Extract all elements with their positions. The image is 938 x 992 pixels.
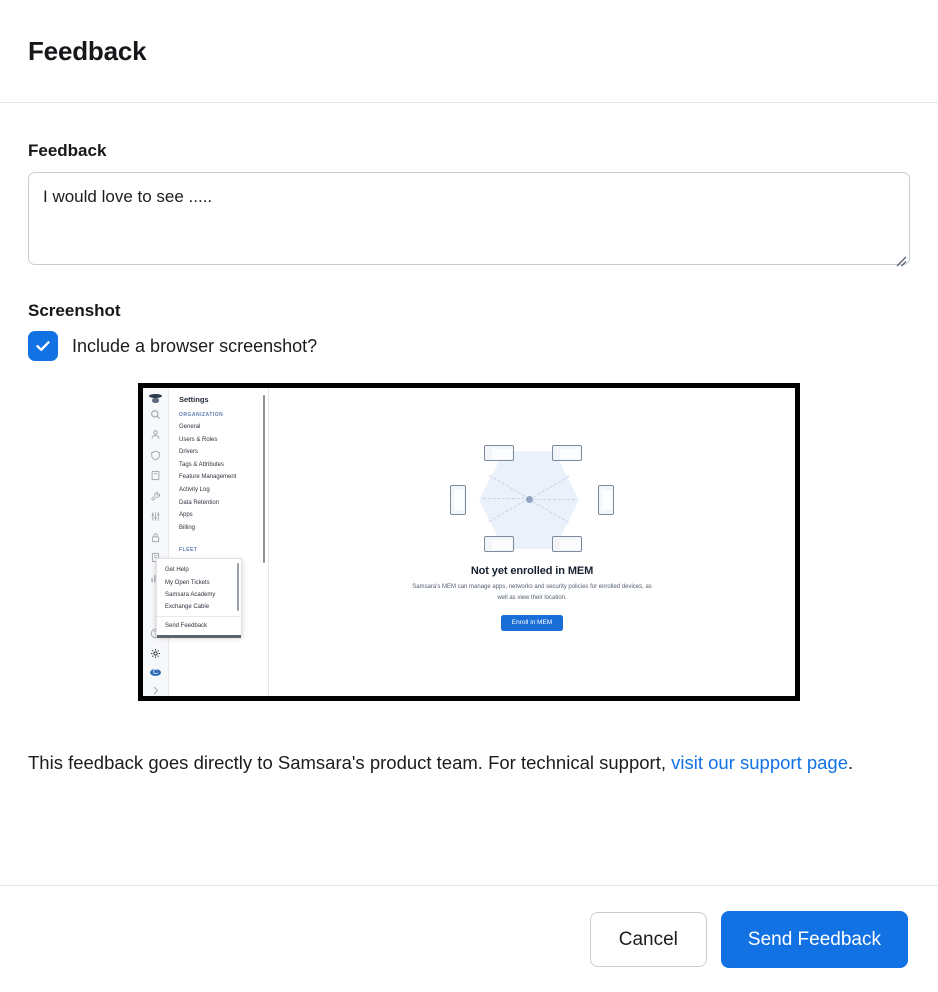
chevron-right-icon	[150, 685, 161, 696]
modal-body: Feedback Screenshot Include a browser sc…	[0, 103, 938, 885]
include-screenshot-row[interactable]: Include a browser screenshot?	[28, 331, 910, 361]
wrench-icon	[150, 491, 161, 502]
preview-help-menu-item-send-feedback[interactable]: Send Feedback	[157, 620, 241, 632]
preview-empty-state: Not yet enrolled in MEM Samsara's MEM ca…	[382, 445, 682, 631]
mem-empty-title: Not yet enrolled in MEM	[470, 565, 594, 578]
search-icon	[150, 409, 161, 420]
user-avatar: C	[150, 668, 161, 676]
mem-device-card	[552, 536, 582, 553]
gear-icon	[150, 648, 161, 659]
feedback-field-label: Feedback	[28, 141, 107, 160]
feedback-modal: Feedback Feedback Screenshot Include a b…	[0, 0, 938, 992]
send-feedback-button[interactable]: Send Feedback	[720, 910, 908, 968]
preview-help-menu-item-samsara-academy[interactable]: Samsara Academy	[157, 589, 241, 601]
preview-help-menu-item-my-open-tickets[interactable]: My Open Tickets	[157, 576, 241, 588]
preview-help-menu-scrollbar[interactable]	[237, 563, 239, 611]
cancel-button[interactable]: Cancel	[589, 911, 707, 967]
lock-icon	[150, 532, 161, 543]
mem-empty-description: Samsara's MEM can manage apps, networks …	[412, 584, 652, 601]
preview-help-menu[interactable]: Get Help My Open Tickets Samsara Academy…	[156, 558, 242, 638]
preview-icon-rail: C	[143, 388, 169, 696]
screenshot-preview[interactable]: C Settings ORGANIZATION General Users & …	[138, 383, 800, 701]
preview-help-menu-item-exchange-cable[interactable]: Exchange Cable	[157, 601, 241, 613]
mem-device-card	[552, 445, 582, 462]
feedback-input[interactable]	[28, 172, 910, 265]
preview-nav-item-apps[interactable]: Apps	[179, 512, 268, 518]
preview-nav-scrollbar[interactable]	[262, 395, 265, 563]
preview-main-panel: Not yet enrolled in MEM Samsara's MEM ca…	[269, 388, 795, 696]
preview-nav-title: Settings	[179, 395, 209, 404]
mem-center-node	[526, 496, 533, 504]
preview-nav-group-organization: ORGANIZATION	[179, 412, 224, 418]
preview-help-menu-item-get-help[interactable]: Get Help	[157, 564, 241, 576]
modal-header: Feedback	[0, 0, 938, 103]
screenshot-section-label: Screenshot	[28, 301, 121, 320]
screenshot-preview-content: C Settings ORGANIZATION General Users & …	[143, 388, 795, 696]
people-icon	[150, 429, 161, 440]
mem-illustration	[446, 445, 618, 555]
preview-nav-group-fleet: FLEET	[179, 546, 198, 553]
check-icon	[36, 341, 50, 351]
device-icon	[150, 470, 161, 481]
preview-nav-item-general[interactable]: General	[179, 424, 268, 430]
preview-nav-item-billing[interactable]: Billing	[179, 525, 268, 531]
mem-device-card	[450, 485, 466, 516]
mem-device-card	[484, 445, 514, 462]
disclaimer-body: This feedback goes directly to Samsara's…	[28, 752, 672, 773]
sliders-icon	[150, 511, 161, 522]
include-screenshot-checkbox[interactable]	[28, 331, 58, 361]
preview-nav-item-tags-attributes[interactable]: Tags & Attributes	[179, 462, 268, 468]
modal-footer: Cancel Send Feedback	[0, 885, 938, 992]
preview-nav-item-data-retention[interactable]: Data Retention	[179, 500, 268, 506]
preview-nav-item-activity-log[interactable]: Activity Log	[179, 487, 268, 493]
mem-spoke-line	[529, 499, 575, 501]
preview-nav-item-users-roles[interactable]: Users & Roles	[179, 437, 268, 443]
include-screenshot-label: Include a browser screenshot?	[72, 335, 318, 356]
mem-device-card	[484, 536, 514, 553]
feedback-textarea-wrapper	[28, 172, 910, 270]
preview-help-menu-divider	[157, 616, 241, 617]
support-page-link[interactable]: visit our support page	[671, 752, 848, 773]
page-title: Feedback	[28, 35, 147, 66]
preview-settings-nav: Settings ORGANIZATION General Users & Ro…	[169, 388, 269, 696]
mem-device-card	[598, 485, 614, 516]
samsara-logo-icon	[149, 394, 162, 403]
preview-nav-item-drivers[interactable]: Drivers	[179, 449, 268, 455]
shield-icon	[150, 450, 161, 461]
enroll-in-mem-button[interactable]: Enroll in MEM	[500, 614, 564, 631]
disclaimer-text: This feedback goes directly to Samsara's…	[28, 748, 910, 778]
preview-nav-item-feature-management[interactable]: Feature Management	[179, 474, 268, 480]
preview-help-menu-bottom-bar	[157, 634, 241, 638]
disclaimer-trailing: .	[848, 752, 854, 773]
